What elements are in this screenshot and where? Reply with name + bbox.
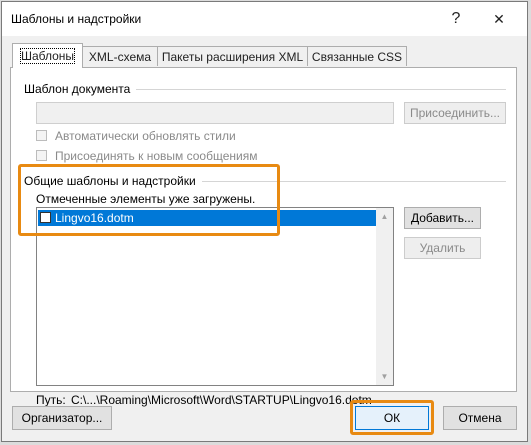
scroll-down-arrow-icon[interactable]: ▼ xyxy=(376,368,393,385)
auto-update-styles-checkbox[interactable]: Автоматически обновлять стили xyxy=(36,128,336,144)
tab-xml-expansion-packs[interactable]: Пакеты расширения XML xyxy=(157,46,308,66)
tab-xml-schema[interactable]: XML-схема xyxy=(82,46,158,66)
auto-update-label: Автоматически обновлять стили xyxy=(55,129,236,143)
auto-update-checkbox-box xyxy=(36,130,47,141)
title-bar: Шаблоны и надстройки ? ✕ xyxy=(2,2,527,36)
help-button[interactable]: ? xyxy=(441,7,471,31)
tab-templates-label: Шаблоны xyxy=(19,48,76,64)
tab-xml-schema-label: XML-схема xyxy=(88,50,152,64)
templates-addins-dialog: Шаблоны и надстройки ? ✕ Шаблоны XML-схе… xyxy=(1,1,528,442)
attach-new-label: Присоединять к новым сообщениям xyxy=(55,149,258,163)
template-group-divider xyxy=(129,89,506,90)
organizer-button[interactable]: Организатор... xyxy=(12,406,112,430)
path-value: C:\...\Roaming\Microsoft\Word\STARTUP\Li… xyxy=(71,393,372,407)
tab-linked-css[interactable]: Связанные CSS xyxy=(307,46,407,66)
template-path-field xyxy=(36,102,394,124)
remove-button[interactable]: Удалить xyxy=(404,237,481,259)
tab-templates[interactable]: Шаблоны xyxy=(12,43,83,68)
scroll-up-arrow-icon[interactable]: ▲ xyxy=(376,208,393,225)
global-templates-highlight xyxy=(18,164,280,236)
attach-button[interactable]: Присоединить... xyxy=(404,102,506,124)
ok-button[interactable]: ОК xyxy=(355,406,429,430)
attach-new-checkbox-box xyxy=(36,150,47,161)
tab-strip: Шаблоны XML-схема Пакеты расширения XML … xyxy=(2,42,527,68)
template-group-label: Шаблон документа xyxy=(24,82,137,96)
window-title: Шаблоны и надстройки xyxy=(11,12,142,26)
add-button[interactable]: Добавить... xyxy=(404,207,481,229)
tab-linked-css-label: Связанные CSS xyxy=(311,50,403,64)
cancel-button[interactable]: Отмена xyxy=(443,406,517,430)
path-label: Путь: xyxy=(36,393,66,407)
list-scrollbar[interactable]: ▲ ▼ xyxy=(376,208,393,385)
attach-to-new-messages-checkbox[interactable]: Присоединять к новым сообщениям xyxy=(36,148,336,164)
tab-xml-expansion-packs-label: Пакеты расширения XML xyxy=(161,50,304,64)
close-button[interactable]: ✕ xyxy=(484,7,514,31)
